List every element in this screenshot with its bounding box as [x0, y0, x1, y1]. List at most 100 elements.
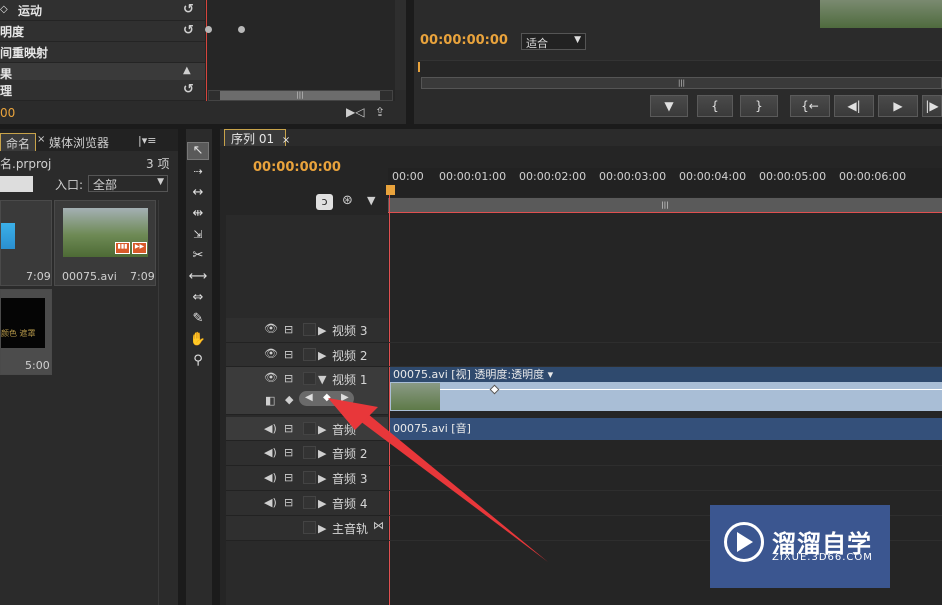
play-button[interactable]: ▶ [878, 95, 918, 117]
track-header-video-3[interactable]: 👁 ⊟ ▶ 视频 3 [226, 318, 388, 343]
eye-icon[interactable]: 👁 [264, 347, 278, 360]
speaker-icon[interactable]: ◀) [264, 496, 277, 509]
track-lane-video-2[interactable] [389, 343, 942, 367]
reset-icon[interactable]: ↺ [183, 2, 194, 17]
sync-lock-icon[interactable]: ⊟ [284, 422, 293, 435]
track-header-audio-4[interactable]: ◀) ⊟ ▶ 音频 4 [226, 491, 388, 516]
track-lock-icon[interactable] [303, 323, 316, 336]
fx-row-opacity[interactable]: 明度 ↺ [0, 21, 205, 42]
master-output-icon[interactable]: ⋈ [373, 519, 384, 532]
eye-icon[interactable]: 👁 [264, 371, 278, 384]
fit-dropdown[interactable]: 适合 ▼ [521, 33, 586, 50]
tab-media-browser[interactable]: 媒体浏览器 [44, 133, 114, 151]
playhead-handle[interactable] [386, 185, 395, 195]
track-select-tool-icon[interactable]: ⇢ [188, 163, 208, 181]
track-lock-icon[interactable] [303, 348, 316, 361]
track-lane-audio-2[interactable] [389, 441, 942, 466]
sync-lock-icon[interactable]: ⊟ [284, 323, 293, 336]
ripple-edit-tool-icon[interactable]: ↔ [188, 184, 208, 202]
speaker-icon[interactable]: ◀) [264, 422, 277, 435]
expand-triangle-icon[interactable]: ▶ [318, 497, 326, 510]
sync-lock-icon[interactable]: ⊟ [284, 446, 293, 459]
snap-icon[interactable]: ↄ [316, 194, 333, 210]
go-to-in-button[interactable]: {← [790, 95, 830, 117]
prev-keyframe-icon[interactable]: ◀ [305, 392, 313, 403]
track-lock-icon[interactable] [303, 471, 316, 484]
fx-vertical-scrollbar[interactable] [395, 0, 406, 90]
tab-sequence-01[interactable]: 序列 01 × [224, 129, 290, 146]
keyframe-dot[interactable] [205, 26, 212, 33]
reset-icon[interactable]: ↺ [183, 23, 194, 38]
expand-triangle-icon[interactable]: ▶ [318, 472, 326, 485]
export-frame-icon[interactable]: ▶◁ [346, 105, 364, 119]
share-icon[interactable]: ⇪ [375, 105, 385, 119]
track-lock-icon[interactable] [303, 496, 316, 509]
fx-scroll-thumb[interactable]: ||| [220, 91, 380, 100]
add-keyframe-icon[interactable]: ◆ [323, 392, 331, 403]
razor-tool-icon[interactable]: ✂ [188, 247, 208, 265]
speaker-icon[interactable]: ◀) [264, 446, 277, 459]
fx-keyframe-area[interactable] [205, 0, 395, 101]
in-dropdown[interactable]: 全部 ▼ [88, 175, 168, 192]
program-scrollbar[interactable]: ||| [421, 77, 942, 89]
panel-menu-icon[interactable]: |▾≡ [133, 133, 161, 151]
step-forward-button[interactable]: |▶ [922, 95, 942, 117]
next-keyframe-icon[interactable]: ▶ [341, 392, 349, 403]
track-header-audio-3[interactable]: ◀) ⊟ ▶ 音频 3 [226, 466, 388, 491]
hand-tool-icon[interactable]: ✋ [188, 331, 208, 349]
project-scrollbar[interactable] [158, 200, 178, 605]
opacity-rubber-band[interactable] [440, 389, 942, 390]
track-header-audio-2[interactable]: ◀) ⊟ ▶ 音频 2 [226, 441, 388, 466]
add-marker-icon[interactable]: ⊛ [342, 193, 353, 208]
fx-timecode[interactable]: 00 [0, 106, 15, 120]
sync-lock-icon[interactable]: ⊟ [284, 496, 293, 509]
work-area-bar[interactable]: ||| [388, 198, 942, 213]
selection-tool-icon[interactable]: ↖ [188, 142, 208, 160]
slip-tool-icon[interactable]: ⟷ [188, 268, 208, 286]
track-lane-audio-3[interactable] [389, 466, 942, 491]
sync-lock-icon[interactable]: ⊟ [284, 348, 293, 361]
track-lock-icon[interactable] [303, 422, 316, 435]
expand-triangle-icon[interactable]: ▶ [318, 447, 326, 460]
step-back-button[interactable]: ◀| [834, 95, 874, 117]
program-time-ruler[interactable] [420, 60, 942, 78]
rolling-edit-tool-icon[interactable]: ⇹ [188, 205, 208, 223]
mark-out-button[interactable]: } [740, 95, 778, 117]
mark-in-button[interactable]: { [697, 95, 733, 117]
rate-stretch-tool-icon[interactable]: ⇲ [188, 226, 208, 244]
speaker-icon[interactable]: ◀) [264, 471, 277, 484]
fx-row-motion[interactable]: ◇ 运动 ↺ [0, 0, 205, 21]
add-marker-button[interactable]: ▼ [650, 95, 688, 117]
sync-lock-icon[interactable]: ⊟ [284, 471, 293, 484]
sync-lock-icon[interactable]: ⊟ [284, 372, 293, 385]
zoom-tool-icon[interactable]: ⚲ [188, 352, 208, 370]
marker-icon[interactable]: ▼ [367, 194, 375, 207]
fx-expand-icon[interactable]: ◇ [0, 4, 8, 15]
expand-triangle-icon[interactable]: ▶ [318, 423, 326, 436]
fx-row-time-remap[interactable]: 间重映射 [0, 42, 205, 63]
track-header-audio-1[interactable]: ◀) ⊟ ▶ 音频 [226, 417, 388, 441]
show-keyframes-icon[interactable]: ◆ [285, 393, 293, 406]
pen-tool-icon[interactable]: ✎ [188, 310, 208, 328]
slide-tool-icon[interactable]: ⇔ [188, 289, 208, 307]
display-style-icon[interactable]: ◧ [265, 394, 275, 407]
keyframe-dot[interactable] [238, 26, 245, 33]
expand-triangle-icon[interactable]: ▶ [318, 349, 326, 362]
reset-icon[interactable]: ↺ [183, 82, 194, 97]
tab-project[interactable]: 命名 [0, 133, 37, 151]
track-lock-icon[interactable] [303, 446, 316, 459]
video-clip-label[interactable]: 00075.avi [视] 透明度:透明度 ▾ [390, 367, 942, 382]
collapse-up-icon[interactable]: ▲ [183, 65, 191, 76]
track-header-master[interactable]: ▶ 主音轨 ⋈ [226, 516, 388, 541]
track-lock-icon[interactable] [303, 372, 316, 385]
timeline-timecode[interactable]: 00:00:00:00 [253, 160, 341, 175]
track-lane-video-3[interactable] [389, 318, 942, 343]
track-header-video-2[interactable]: 👁 ⊟ ▶ 视频 2 [226, 343, 388, 367]
collapse-triangle-icon[interactable]: ▼ [318, 373, 326, 386]
track-lock-icon[interactable] [303, 521, 316, 534]
program-timecode[interactable]: 00:00:00:00 [420, 33, 508, 48]
search-input[interactable] [0, 176, 33, 192]
eye-icon[interactable]: 👁 [264, 322, 278, 335]
audio-clip[interactable]: 00075.avi [音] [390, 418, 942, 440]
expand-triangle-icon[interactable]: ▶ [318, 522, 326, 535]
